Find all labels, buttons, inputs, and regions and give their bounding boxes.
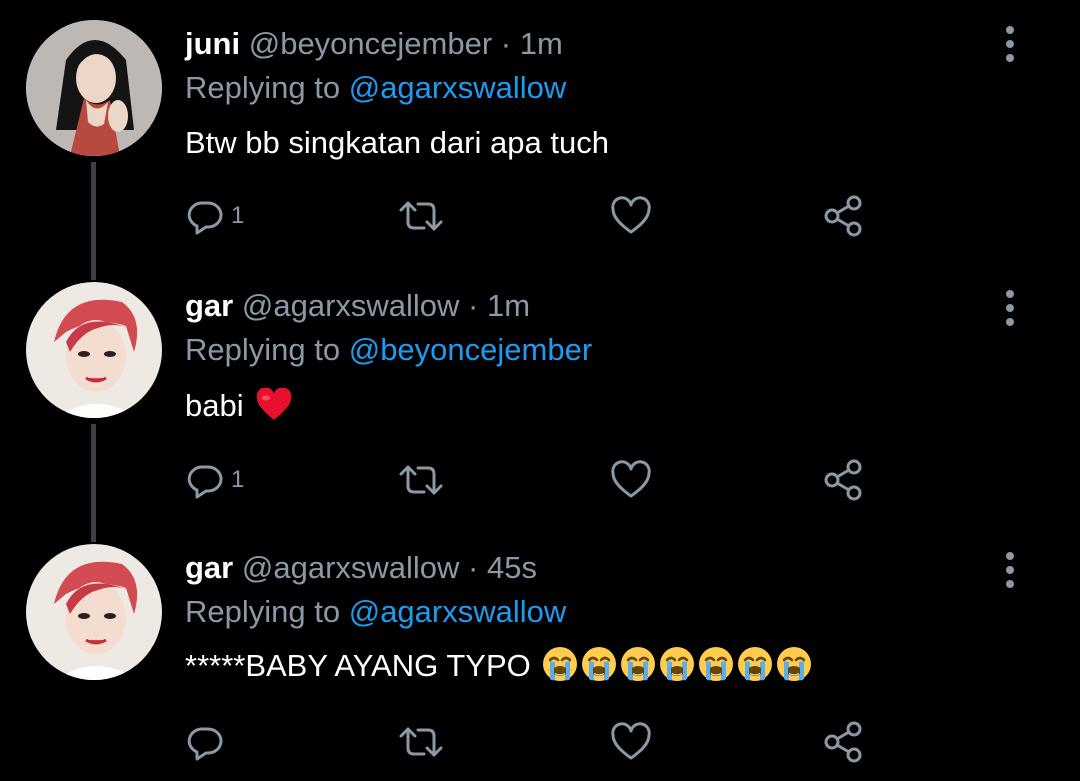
tweet[interactable]: juni @beyoncejember · 1m Replying to @ag… xyxy=(0,0,1080,262)
reply-button[interactable]: 1 xyxy=(185,194,244,238)
like-icon xyxy=(610,460,652,500)
more-options-button[interactable] xyxy=(998,24,1022,64)
reply-button[interactable]: 1 xyxy=(185,458,244,502)
tweet-text-content: babi xyxy=(185,388,244,423)
like-button[interactable] xyxy=(610,458,652,502)
share-icon xyxy=(822,720,866,764)
like-icon xyxy=(610,722,652,762)
loudly-crying-face-emoji xyxy=(581,646,617,692)
loudly-crying-face-emoji xyxy=(659,646,695,692)
retweet-icon xyxy=(397,460,445,500)
separator-dot: · xyxy=(468,288,479,323)
mention-link[interactable]: @beyoncejember xyxy=(349,332,592,367)
tweet-actions: 1 xyxy=(185,458,885,502)
loudly-crying-face-emoji xyxy=(620,646,656,692)
more-icon xyxy=(1006,552,1014,588)
tweet-text-content: *****BABY AYANG TYPO xyxy=(185,648,531,683)
loudly-crying-face-emoji xyxy=(776,646,812,692)
share-button[interactable] xyxy=(822,720,866,764)
more-options-button[interactable] xyxy=(998,288,1022,328)
handle[interactable]: @agarxswallow xyxy=(242,288,460,323)
replying-to-line: Replying to @agarxswallow xyxy=(185,70,566,106)
replying-prefix: Replying to xyxy=(185,70,341,105)
separator-dot: · xyxy=(468,550,479,585)
loudly-crying-face-emoji xyxy=(542,646,578,692)
more-options-button[interactable] xyxy=(998,550,1022,590)
reply-icon xyxy=(185,722,225,762)
mention-link[interactable]: @agarxswallow xyxy=(349,594,567,629)
loudly-crying-face-emoji xyxy=(698,646,734,692)
loudly-crying-face-emoji xyxy=(737,646,773,692)
tweet-actions xyxy=(185,720,885,764)
replying-to-line: Replying to @beyoncejember xyxy=(185,332,592,368)
tweet-header: juni @beyoncejember · 1m xyxy=(185,26,563,62)
like-button[interactable] xyxy=(610,720,652,764)
tweet-text: *****BABY AYANG TYPO xyxy=(185,646,812,692)
avatar[interactable] xyxy=(26,544,162,680)
reply-count: 1 xyxy=(231,202,245,229)
retweet-icon xyxy=(397,196,445,236)
timestamp[interactable]: 1m xyxy=(487,288,530,323)
like-icon xyxy=(610,196,652,236)
more-icon xyxy=(1006,26,1014,62)
retweet-icon xyxy=(397,722,445,762)
tweet-text-content: Btw bb singkatan dari apa tuch xyxy=(185,125,609,160)
tweet[interactable]: gar @agarxswallow · 45s Replying to @aga… xyxy=(0,524,1080,781)
tweet-actions: 1 xyxy=(185,194,885,238)
avatar[interactable] xyxy=(26,20,162,156)
like-button[interactable] xyxy=(610,194,652,238)
tweet-header: gar @agarxswallow · 1m xyxy=(185,288,530,324)
retweet-button[interactable] xyxy=(397,194,445,238)
mention-link[interactable]: @agarxswallow xyxy=(349,70,567,105)
tweet-text: babi xyxy=(185,386,292,432)
emoji-group xyxy=(539,647,812,683)
share-button[interactable] xyxy=(822,194,866,238)
share-icon xyxy=(822,194,866,238)
replying-prefix: Replying to xyxy=(185,332,341,367)
avatar[interactable] xyxy=(26,282,162,418)
reply-icon xyxy=(185,460,225,500)
timestamp[interactable]: 1m xyxy=(520,26,563,61)
replying-prefix: Replying to xyxy=(185,594,341,629)
display-name[interactable]: gar xyxy=(185,550,233,585)
display-name[interactable]: juni xyxy=(185,26,240,61)
red-heart-emoji xyxy=(256,387,292,432)
reply-icon xyxy=(185,196,225,236)
display-name[interactable]: gar xyxy=(185,288,233,323)
reply-count: 1 xyxy=(231,466,245,493)
handle[interactable]: @beyoncejember xyxy=(249,26,492,61)
share-button[interactable] xyxy=(822,458,866,502)
retweet-button[interactable] xyxy=(397,720,445,764)
more-icon xyxy=(1006,290,1014,326)
tweet-header: gar @agarxswallow · 45s xyxy=(185,550,537,586)
tweet-text: Btw bb singkatan dari apa tuch xyxy=(185,123,609,163)
separator-dot: · xyxy=(500,26,512,61)
retweet-button[interactable] xyxy=(397,458,445,502)
tweet[interactable]: gar @agarxswallow · 1m Replying to @beyo… xyxy=(0,262,1080,524)
replying-to-line: Replying to @agarxswallow xyxy=(185,594,566,630)
handle[interactable]: @agarxswallow xyxy=(242,550,460,585)
timestamp[interactable]: 45s xyxy=(487,550,537,585)
share-icon xyxy=(822,458,866,502)
reply-button[interactable] xyxy=(185,720,231,764)
